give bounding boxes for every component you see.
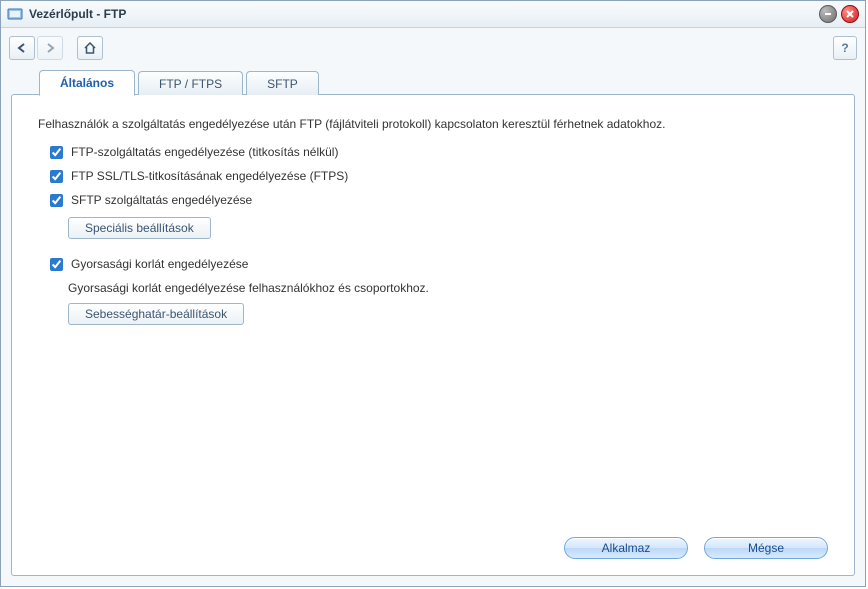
forward-button[interactable]	[37, 36, 63, 60]
row-enable-ftp-plain: FTP-szolgáltatás engedélyezése (titkosít…	[50, 145, 828, 159]
checkbox-sftp[interactable]	[50, 194, 63, 207]
checkbox-ftp-plain[interactable]	[50, 146, 63, 159]
checkbox-label: FTP SSL/TLS-titkosításának engedélyezése…	[71, 169, 348, 183]
apply-button[interactable]: Alkalmaz	[564, 537, 688, 559]
window-title: Vezérlőpult - FTP	[29, 7, 819, 21]
tab-ftp-ftps[interactable]: FTP / FTPS	[138, 71, 243, 95]
tabs: Általános FTP / FTPS SFTP	[11, 67, 855, 95]
tab-label: Általános	[60, 76, 114, 90]
row-enable-speed-limit: Gyorsasági korlát engedélyezése	[50, 257, 828, 271]
titlebar: Vezérlőpult - FTP	[1, 1, 865, 28]
minimize-button[interactable]	[819, 5, 837, 23]
arrow-left-icon	[16, 42, 28, 54]
tab-general[interactable]: Általános	[39, 70, 135, 96]
tab-label: FTP / FTPS	[159, 77, 222, 91]
titlebar-buttons	[819, 5, 859, 23]
tab-sftp[interactable]: SFTP	[246, 71, 319, 95]
checkbox-label: SFTP szolgáltatás engedélyezése	[71, 193, 252, 207]
help-icon: ?	[841, 41, 848, 55]
checkbox-label: FTP-szolgáltatás engedélyezése (titkosít…	[71, 145, 338, 159]
checkbox-ftps[interactable]	[50, 170, 63, 183]
control-panel-icon	[7, 6, 23, 22]
checkbox-speed-limit[interactable]	[50, 258, 63, 271]
close-button[interactable]	[841, 5, 859, 23]
content-area: Általános FTP / FTPS SFTP Felhasználók a…	[11, 67, 855, 576]
row-enable-ftps: FTP SSL/TLS-titkosításának engedélyezése…	[50, 169, 828, 183]
checkbox-label: Gyorsasági korlát engedélyezése	[71, 257, 248, 271]
toolbar: ?	[1, 28, 865, 64]
home-button[interactable]	[77, 36, 103, 60]
tab-label: SFTP	[267, 77, 298, 91]
row-enable-sftp: SFTP szolgáltatás engedélyezése	[50, 193, 828, 207]
tab-panel-general: Felhasználók a szolgáltatás engedélyezés…	[11, 94, 855, 576]
arrow-right-icon	[44, 42, 56, 54]
footer-buttons: Alkalmaz Mégse	[564, 537, 828, 559]
advanced-settings-button[interactable]: Speciális beállítások	[68, 217, 211, 239]
home-icon	[83, 42, 97, 54]
description-text: Felhasználók a szolgáltatás engedélyezés…	[38, 117, 828, 131]
cancel-button[interactable]: Mégse	[704, 537, 828, 559]
speed-limit-settings-button[interactable]: Sebességhatár-beállítások	[68, 303, 244, 325]
back-button[interactable]	[9, 36, 35, 60]
speed-limit-subtext: Gyorsasági korlát engedélyezése felhaszn…	[68, 281, 828, 295]
control-panel-window: Vezérlőpult - FTP	[0, 0, 866, 587]
help-button[interactable]: ?	[833, 36, 857, 60]
